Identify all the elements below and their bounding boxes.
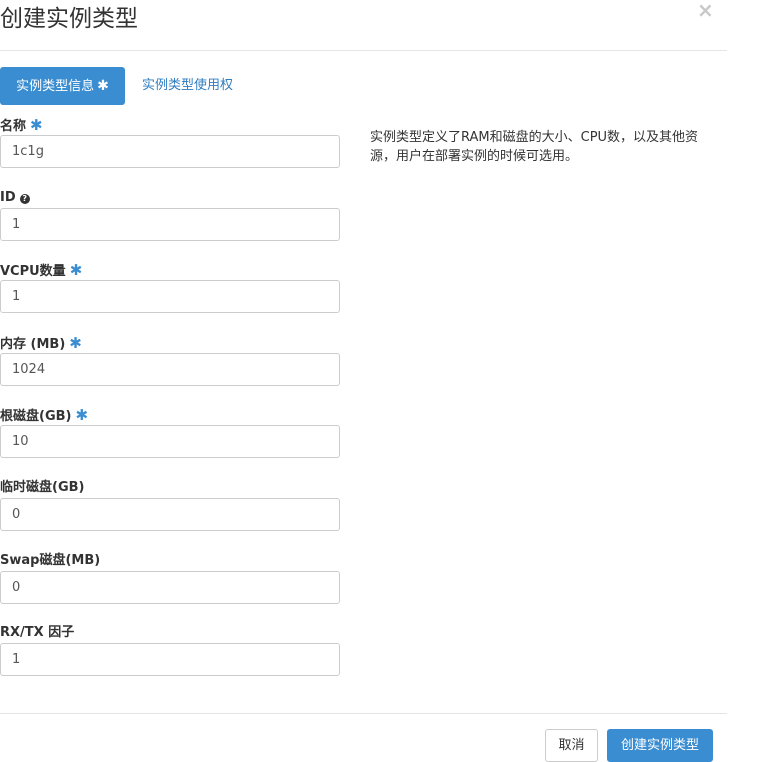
help-description: 实例类型定义了RAM和磁盘的大小、CPU数，以及其他资源，用户在部署实例的时候可…	[370, 130, 699, 164]
header-divider	[0, 50, 727, 51]
field-ram: 内存 (MB) ✱ 1024	[0, 334, 340, 386]
close-icon[interactable]: ×	[697, 0, 714, 20]
swap-disk-input[interactable]: 0	[0, 571, 340, 604]
required-star-icon: ✱	[69, 334, 82, 352]
required-star-icon: ✱	[69, 261, 83, 279]
field-name: 名称 ✱ 1c1g	[0, 116, 340, 168]
field-root-disk-label: 根磁盘(GB)	[0, 409, 72, 424]
cancel-button[interactable]: 取消	[545, 729, 598, 762]
field-ephemeral-disk-label: 临时磁盘(GB)	[0, 480, 85, 495]
help-icon[interactable]: ?	[19, 194, 30, 204]
field-swap-disk-label: Swap磁盘(MB)	[0, 553, 101, 568]
field-rxtx-factor: RX/TX 因子 1	[0, 625, 340, 676]
field-ram-label: 内存 (MB)	[0, 337, 66, 352]
required-star-icon: ✱	[30, 116, 43, 134]
tab-flavor-info[interactable]: 实例类型信息 ✱	[0, 67, 125, 105]
tab-flavor-info-label: 实例类型信息	[16, 79, 95, 94]
required-star-icon: ✱	[97, 78, 109, 94]
footer-divider	[0, 713, 727, 714]
root-disk-input[interactable]: 10	[0, 425, 340, 458]
field-swap-disk: Swap磁盘(MB) 0	[0, 553, 340, 604]
vcpus-input[interactable]: 1	[0, 280, 340, 313]
name-input[interactable]: 1c1g	[0, 135, 340, 168]
modal-title: 创建实例类型	[0, 6, 138, 32]
field-vcpus: VCPU数量 ✱ 1	[0, 261, 340, 313]
field-name-label: 名称	[0, 119, 27, 134]
tab-flavor-access[interactable]: 实例类型使用权	[142, 67, 233, 105]
required-star-icon: ✱	[75, 406, 89, 424]
ram-input[interactable]: 1024	[0, 353, 340, 386]
create-flavor-button[interactable]: 创建实例类型	[607, 729, 713, 762]
rxtx-factor-input[interactable]: 1	[0, 643, 340, 676]
id-input[interactable]: 1	[0, 208, 340, 241]
field-id-label: ID	[0, 190, 16, 205]
field-ephemeral-disk: 临时磁盘(GB) 0	[0, 480, 340, 531]
ephemeral-disk-input[interactable]: 0	[0, 498, 340, 531]
field-root-disk: 根磁盘(GB) ✱ 10	[0, 406, 340, 458]
field-rxtx-factor-label: RX/TX 因子	[0, 625, 75, 640]
field-vcpus-label: VCPU数量	[0, 264, 66, 279]
field-id: ID? 1	[0, 190, 340, 241]
